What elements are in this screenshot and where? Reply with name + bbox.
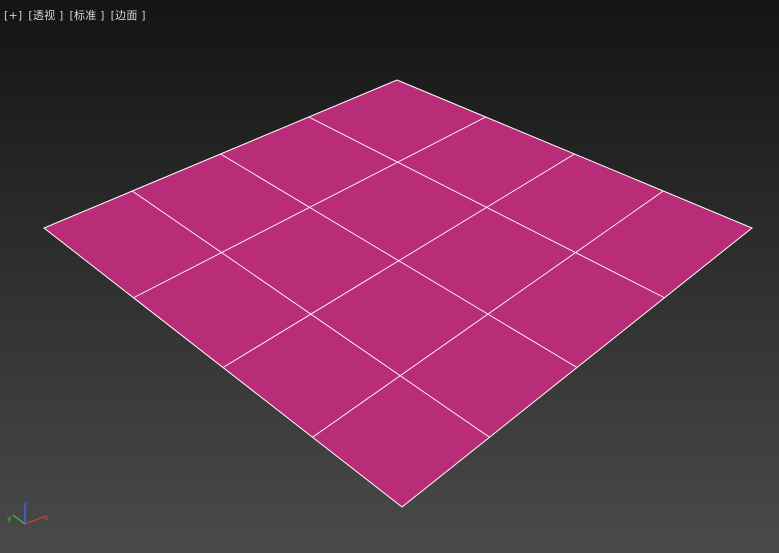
viewport-point-of-view-menu[interactable]: [透视 ] [28,7,63,23]
viewport-scene[interactable]: x y z [0,0,779,553]
viewport-label-menu: [+] [透视 ] [标准 ] [边面 ] [4,7,152,23]
axis-tripod: x y z [7,500,49,525]
viewport-display-label: 边面 [115,9,138,22]
axis-x-label: x [44,513,49,522]
viewport-shading-label: 标准 [74,9,97,22]
plane-object[interactable] [43,79,753,508]
axis-x-line [24,515,47,525]
viewport-display-menu[interactable]: [边面 ] [111,7,146,23]
plane-face[interactable] [43,79,753,508]
viewport-point-of-view-label: 透视 [32,9,56,22]
axis-y-label: y [7,514,12,523]
viewport-shading-menu[interactable]: [标准 ] [70,7,105,23]
viewport-general-menu[interactable]: [+] [4,9,22,22]
axis-y-line [12,514,26,525]
perspective-viewport[interactable]: x y z [+] [透视 ] [标准 ] [边面 ] [0,0,779,553]
axis-z-label: z [23,500,27,509]
viewport-general-menu-label: + [8,8,18,22]
